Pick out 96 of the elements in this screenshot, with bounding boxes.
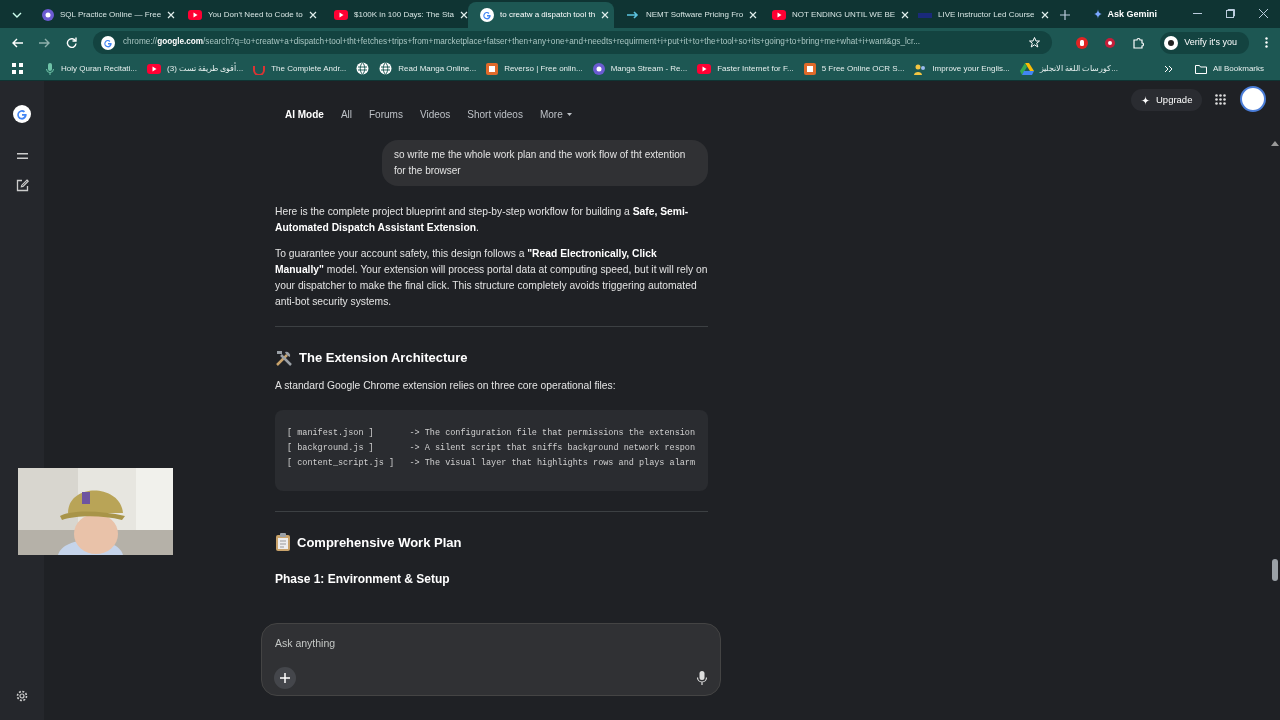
bookmark[interactable]: Read Manga Online... (379, 62, 477, 75)
sparkle-icon (1141, 95, 1150, 105)
folder-icon (1194, 63, 1207, 74)
reload-icon (66, 37, 77, 48)
browser-tab[interactable]: to creatw a dispatch tool th (468, 2, 614, 28)
google-g-icon (480, 8, 494, 22)
browser-tab[interactable]: NOT ENDING UNTIL WE BE (760, 2, 906, 28)
upgrade-button[interactable]: Upgrade (1131, 89, 1203, 111)
prompt-input[interactable]: Ask anything (275, 636, 675, 652)
search-tab[interactable]: All (340, 106, 352, 122)
bookmark[interactable]: The Complete Andr... (253, 62, 347, 75)
bookmark[interactable]: Faster Internet for F... (697, 62, 794, 75)
menu-icon (16, 153, 28, 159)
bookmark[interactable]: كورسات اللغة الانجليز... (1019, 62, 1118, 75)
apps-grid-icon (12, 63, 23, 74)
tools-icon (275, 348, 293, 367)
close-icon (749, 11, 758, 19)
search-tab[interactable]: More (539, 106, 572, 122)
browser-tab[interactable]: You Don't Need to Code to (176, 2, 322, 28)
close-icon (901, 11, 910, 19)
square-icon (803, 62, 816, 75)
bookmark[interactable]: 5 Free Online OCR S... (803, 62, 905, 75)
ask-gemini-button[interactable]: Ask Gemini (1093, 7, 1157, 21)
add-button[interactable] (274, 667, 296, 689)
caret-icon (566, 112, 572, 116)
account-avatar[interactable] (1240, 86, 1266, 112)
verify-button[interactable]: Verify it's you (1160, 31, 1249, 54)
hand-icon (1076, 36, 1089, 49)
address-bar[interactable]: chrome://google.com/search?q=to+creatw+a+dispatch+tool+tht+fetches+trips+from+marcketplace+fatser+then+any+one+and+needts+requirment+i+put+it+to+the+tool+so+its+going+to+bring+me+what+i+want&gs_lcr... (93, 31, 1053, 54)
microphone-icon (697, 671, 707, 685)
more-icon (1265, 37, 1268, 48)
close-icon (308, 11, 317, 19)
browser-tab[interactable]: $100K in 100 Days: The Sta (322, 2, 468, 28)
search-tab[interactable]: Forums (369, 106, 403, 122)
paragraph: To guarantee your account safety, this design follows a "Read Electronically, Click Manually" model. Your extension will process portal data at computing speed, but it will rely on your dispatcher to make the final click. This structure completely avoids triggering automated anti-bot security systems. (275, 247, 708, 309)
settings-icon (16, 690, 28, 702)
search-tab[interactable]: Videos (419, 106, 451, 122)
chevrons-right-icon (1163, 64, 1173, 73)
record-icon (1104, 36, 1117, 49)
plus-icon (280, 673, 290, 683)
browser-tab[interactable]: NEMT Software Pricing Fro (614, 2, 760, 28)
close-icon (601, 11, 610, 19)
star-icon (1029, 37, 1041, 48)
bookmark[interactable]: Reverso | Free onlin... (486, 62, 583, 75)
section-heading: Comprehensive Work Plan (297, 533, 462, 552)
search-tab[interactable]: AI Mode (285, 106, 324, 122)
bookmark[interactable]: Improve your Englis... (914, 62, 1010, 75)
code-line: [ content_script.js ] -> The visual layer that highlights rows and plays alarm (287, 456, 697, 470)
video-play-icon (697, 63, 712, 74)
user-message: so write me the whole work plan and the work flow of tht extention for the browser (382, 140, 708, 186)
close-icon (167, 11, 176, 19)
forward-arrow-icon (39, 37, 50, 48)
puzzle-icon (1132, 36, 1145, 49)
scroll-up-icon (1271, 141, 1279, 146)
bookmark[interactable]: (3) أقوى طريقة تست... (147, 62, 244, 75)
flag-icon (918, 10, 932, 20)
microphone-icon (45, 61, 55, 76)
close-icon (459, 11, 468, 19)
section-heading: The Extension Architecture (299, 349, 468, 367)
globe-icon (379, 62, 393, 75)
bookmark-folder[interactable]: All Bookmarks (1194, 62, 1264, 75)
sparkle-icon (1093, 9, 1104, 20)
arrow-icon (626, 10, 640, 20)
close-window-icon (1259, 9, 1268, 18)
video-play-icon (147, 63, 162, 74)
avatar-icon (1164, 35, 1179, 50)
bookmark[interactable]: Holy Quran Recitati... (45, 61, 138, 76)
apps-grid-icon (1215, 94, 1226, 105)
circle-icon (592, 62, 605, 75)
edit-icon (15, 179, 29, 192)
video-play-icon (334, 10, 348, 20)
globe-icon[interactable] (356, 62, 370, 75)
video-play-icon (188, 10, 202, 20)
triangle-icon (1019, 62, 1034, 75)
phase-heading: Phase 1: Environment & Setup (275, 571, 451, 588)
code-line: [ manifest.json ] -> The configuration file that permissions the extension (287, 426, 697, 440)
plus-icon (1060, 10, 1070, 20)
browser-tab[interactable]: LIVE Instructor Led Course (906, 2, 1052, 28)
browser-tab[interactable]: SQL Practice Online — Free (30, 2, 176, 28)
scrollbar-thumb[interactable] (1272, 559, 1278, 581)
google-g-icon (13, 105, 31, 123)
circle-icon (42, 9, 54, 21)
paragraph: Here is the complete project blueprint and step-by-step workflow for building a Safe, Semi-Automated Dispatch Assistant Extension. (275, 205, 690, 235)
paragraph: A standard Google Chrome extension relies on three core operational files: (275, 378, 617, 393)
google-g-icon (101, 35, 115, 50)
restore-icon (1226, 9, 1235, 18)
video-play-icon (772, 10, 786, 20)
code-line: [ background.js ] -> A silent script that sniffs background network respon (287, 441, 697, 455)
clipboard-icon (275, 533, 291, 552)
search-tab[interactable]: Short videos (467, 106, 523, 122)
chevron-down-icon (12, 12, 22, 18)
close-icon (1040, 11, 1049, 19)
people-icon (914, 62, 927, 75)
bookmark[interactable]: Manga Stream - Re... (592, 62, 688, 75)
square-icon (486, 62, 499, 75)
back-arrow-icon (12, 37, 23, 48)
